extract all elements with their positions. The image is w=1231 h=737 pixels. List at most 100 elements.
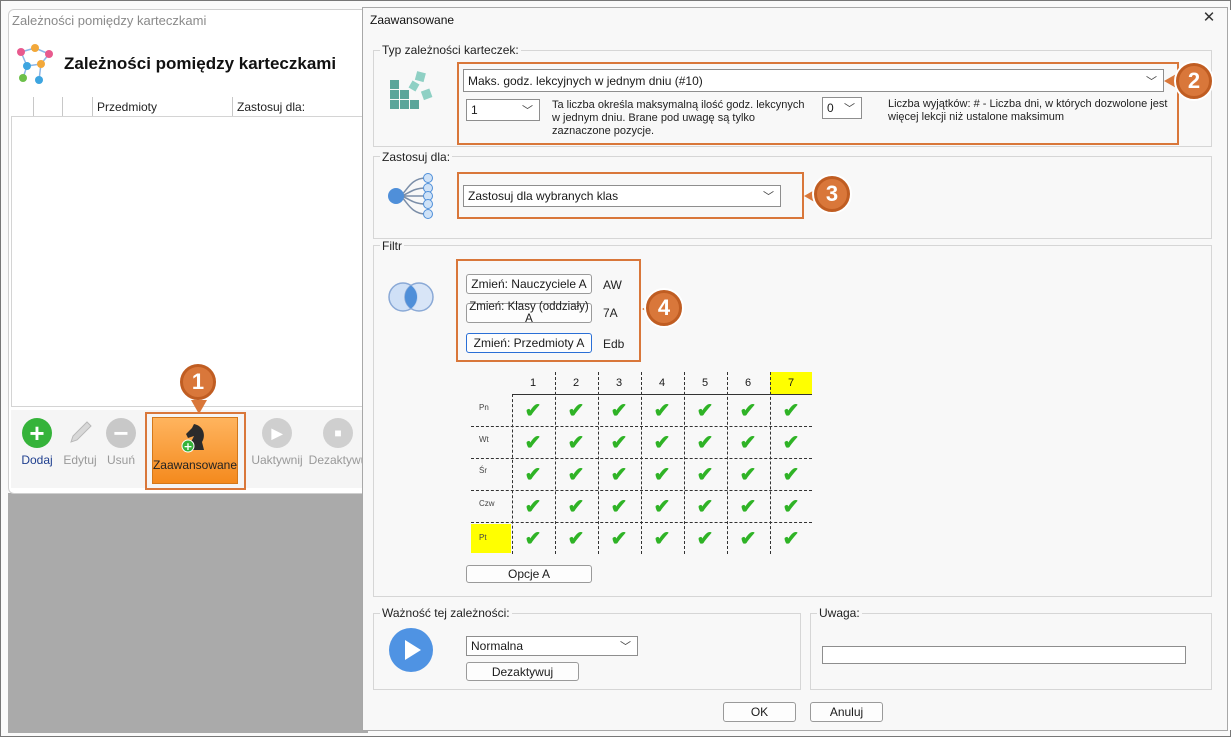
grid-check-icon[interactable]: ✔ bbox=[512, 462, 554, 487]
grid-check-icon[interactable]: ✔ bbox=[512, 430, 554, 455]
grid-check-icon[interactable]: ✔ bbox=[684, 430, 726, 455]
highlight-day-pt bbox=[471, 524, 511, 553]
main-heading: Zależności pomiędzy karteczkami bbox=[64, 54, 337, 73]
grid-day-label[interactable]: Pt bbox=[479, 533, 487, 542]
list-header bbox=[11, 95, 370, 117]
play-icon bbox=[389, 628, 433, 672]
grid-day-label[interactable]: Śr bbox=[479, 466, 487, 475]
grid-check-icon[interactable]: ✔ bbox=[555, 398, 597, 423]
grid-line bbox=[471, 426, 812, 427]
importance-select[interactable]: Normalna ﹀ bbox=[466, 636, 638, 656]
grid-check-icon[interactable]: ✔ bbox=[684, 494, 726, 519]
callout-badge-1: 1 bbox=[180, 364, 216, 400]
remove-button[interactable]: − Usuń bbox=[101, 418, 141, 467]
dependency-type-select[interactable]: Maks. godz. lekcyjnych w jednym dniu (#1… bbox=[463, 69, 1164, 92]
grid-line bbox=[471, 458, 812, 459]
grid-check-icon[interactable]: ✔ bbox=[555, 430, 597, 455]
grid-check-icon[interactable]: ✔ bbox=[598, 494, 640, 519]
change-subjects-button[interactable]: Zmień: Przedmioty A bbox=[466, 333, 592, 353]
cancel-button[interactable]: Anuluj bbox=[810, 702, 883, 722]
grid-check-icon[interactable]: ✔ bbox=[684, 462, 726, 487]
options-button[interactable]: Opcje A bbox=[466, 565, 592, 583]
column-header-subjects[interactable]: Przedmioty bbox=[97, 100, 157, 114]
column-header-apply-for[interactable]: Zastosuj dla: bbox=[237, 100, 305, 114]
grid-check-icon[interactable]: ✔ bbox=[555, 526, 597, 551]
callout-1-highlight bbox=[145, 412, 246, 490]
grid-period-header[interactable]: 7 bbox=[770, 377, 812, 389]
grid-check-icon[interactable]: ✔ bbox=[727, 398, 769, 423]
grid-check-icon[interactable]: ✔ bbox=[641, 526, 683, 551]
apply-for-select[interactable]: Zastosuj dla wybranych klas ﹀ bbox=[463, 185, 781, 207]
dependencies-logo-icon bbox=[17, 44, 53, 84]
close-icon[interactable]: ✕ bbox=[1200, 9, 1218, 27]
ok-button[interactable]: OK bbox=[723, 702, 796, 722]
main-window-title: Zależności pomiędzy karteczkami bbox=[12, 13, 207, 28]
grid-check-icon[interactable]: ✔ bbox=[641, 462, 683, 487]
grid-check-icon[interactable]: ✔ bbox=[641, 494, 683, 519]
callout-badge-4: 4 bbox=[646, 290, 682, 326]
grid-check-icon[interactable]: ✔ bbox=[770, 430, 812, 455]
grid-check-icon[interactable]: ✔ bbox=[684, 398, 726, 423]
column-separator[interactable] bbox=[33, 97, 34, 116]
grid-check-icon[interactable]: ✔ bbox=[727, 494, 769, 519]
grid-check-icon[interactable]: ✔ bbox=[512, 526, 554, 551]
classes-value: 7A bbox=[603, 306, 618, 320]
grid-check-icon[interactable]: ✔ bbox=[598, 398, 640, 423]
minus-icon: − bbox=[106, 418, 136, 448]
exceptions-select[interactable]: 0 ﹀ bbox=[822, 97, 862, 119]
grid-line bbox=[471, 490, 812, 491]
grid-check-icon[interactable]: ✔ bbox=[727, 430, 769, 455]
grid-check-icon[interactable]: ✔ bbox=[770, 526, 812, 551]
grid-check-icon[interactable]: ✔ bbox=[727, 462, 769, 487]
grid-check-icon[interactable]: ✔ bbox=[727, 526, 769, 551]
deactivate-button[interactable]: ■ Dezaktywu bbox=[308, 418, 368, 467]
grid-day-label[interactable]: Pn bbox=[479, 403, 489, 412]
grid-check-icon[interactable]: ✔ bbox=[512, 398, 554, 423]
max-hours-select[interactable]: 1 ﹀ bbox=[466, 99, 540, 121]
grid-period-header[interactable]: 1 bbox=[512, 377, 554, 389]
gray-background bbox=[8, 493, 368, 733]
add-icon: + bbox=[22, 418, 52, 448]
grid-check-icon[interactable]: ✔ bbox=[555, 462, 597, 487]
grid-check-icon[interactable]: ✔ bbox=[770, 462, 812, 487]
dialog-title: Zaawansowane bbox=[370, 13, 455, 27]
grid-check-icon[interactable]: ✔ bbox=[512, 494, 554, 519]
column-separator[interactable] bbox=[92, 97, 93, 116]
note-group-label: Uwaga: bbox=[817, 606, 862, 620]
grid-period-header[interactable]: 2 bbox=[555, 377, 597, 389]
grid-check-icon[interactable]: ✔ bbox=[770, 398, 812, 423]
activate-button[interactable]: ▶ Uaktywnij bbox=[249, 418, 305, 467]
grid-check-icon[interactable]: ✔ bbox=[641, 430, 683, 455]
edit-button[interactable]: Edytuj bbox=[60, 418, 100, 467]
callout-badge-2: 2 bbox=[1176, 63, 1212, 99]
column-separator[interactable] bbox=[232, 97, 233, 116]
importance-group-label: Ważność tej zależności: bbox=[380, 606, 512, 620]
grid-check-icon[interactable]: ✔ bbox=[598, 526, 640, 551]
note-input[interactable] bbox=[822, 646, 1186, 664]
grid-day-label[interactable]: Czw bbox=[479, 499, 495, 508]
subjects-value: Edb bbox=[603, 337, 625, 351]
callout-badge-3: 3 bbox=[814, 176, 850, 212]
grid-period-header[interactable]: 6 bbox=[727, 377, 769, 389]
grid-check-icon[interactable]: ✔ bbox=[555, 494, 597, 519]
venn-icon bbox=[388, 282, 434, 312]
type-group-label: Typ zależności karteczek: bbox=[380, 43, 521, 57]
grid-check-icon[interactable]: ✔ bbox=[770, 494, 812, 519]
add-button[interactable]: + Dodaj bbox=[17, 418, 57, 467]
change-teachers-button[interactable]: Zmień: Nauczyciele A bbox=[466, 274, 592, 294]
grid-day-label[interactable]: Wt bbox=[479, 435, 489, 444]
grid-check-icon[interactable]: ✔ bbox=[641, 398, 683, 423]
change-classes-button[interactable]: Zmień: Klasy (oddziały) A bbox=[466, 301, 592, 325]
dependencies-list[interactable] bbox=[11, 95, 370, 407]
grid-check-icon[interactable]: ✔ bbox=[598, 430, 640, 455]
blocks-icon bbox=[390, 71, 433, 109]
column-separator[interactable] bbox=[62, 97, 63, 116]
pencil-icon bbox=[65, 418, 95, 448]
grid-check-icon[interactable]: ✔ bbox=[684, 526, 726, 551]
grid-period-header[interactable]: 3 bbox=[598, 377, 640, 389]
grid-check-icon[interactable]: ✔ bbox=[598, 462, 640, 487]
grid-period-header[interactable]: 4 bbox=[641, 377, 683, 389]
chevron-down-icon: ﹀ bbox=[620, 641, 631, 653]
grid-period-header[interactable]: 5 bbox=[684, 377, 726, 389]
deactivate-dependency-button[interactable]: Dezaktywuj bbox=[466, 662, 579, 681]
